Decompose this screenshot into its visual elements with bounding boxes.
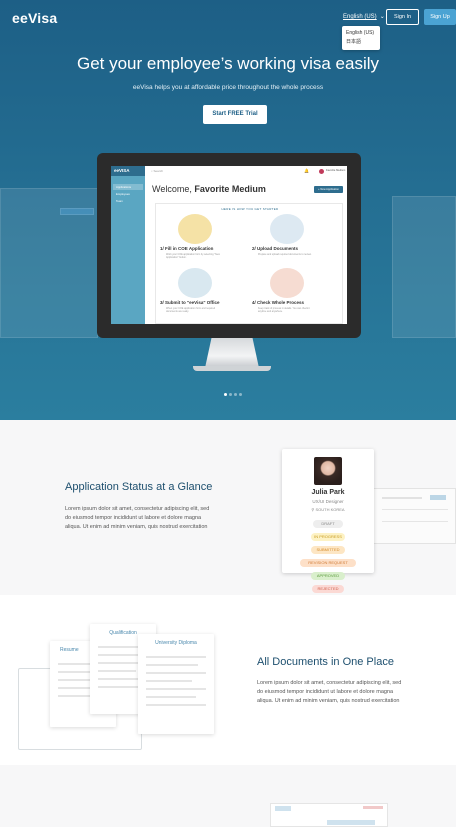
app-preview-search: ⌕ Search (151, 169, 164, 173)
profile-photo (314, 457, 342, 485)
step-text: When your COE application form and requi… (166, 307, 216, 314)
form-illustration-icon (178, 214, 212, 244)
language-menu: English (US) 日本語 (342, 26, 380, 50)
getting-started-card: HERE IS HOW YOU GET STARTED 1/ Fill in C… (155, 203, 343, 324)
language-selector[interactable]: English (US) ⌄ (343, 13, 385, 20)
status-badge: SUBMITTED (311, 546, 345, 554)
monitor-stand (205, 338, 259, 368)
step-4: 4/ Check Whole Process Keep track of pro… (252, 268, 332, 322)
avatar (319, 169, 324, 174)
monitor-mockup: eeVISA Applications Employees Team ⌕ Sea… (97, 153, 361, 338)
status-badge: REVISION REQUEST (300, 559, 356, 567)
submit-illustration-icon (178, 268, 212, 298)
step-title: 4/ Check Whole Process (252, 300, 305, 305)
chevron-down-icon: ⌄ (379, 14, 385, 20)
status-section-body: Lorem ipsum dolor sit amet, consectetur … (65, 506, 210, 530)
location-pin-icon: ⚲ (311, 507, 315, 512)
step-title: 1/ Fill in COE Application (160, 246, 214, 251)
hero-title: Get your employee’s working visa easily (76, 54, 380, 73)
status-badge: REJECTED (312, 585, 344, 593)
profile-card: Julia Park UX/UI Designer ⚲ SOUTH KOREA (282, 449, 374, 573)
sign-in-button[interactable]: Sign In (386, 9, 419, 25)
step-1: 1/ Fill in COE Application Work your COE… (160, 214, 240, 268)
status-bg-mockup (373, 488, 456, 544)
app-preview-user: Favorite Medium (326, 169, 346, 172)
status-badge: DRAFT (313, 520, 343, 528)
logo[interactable]: eeVisa (12, 10, 57, 26)
carousel-dot[interactable] (229, 393, 232, 396)
carousel-dot[interactable] (234, 393, 237, 396)
upload-illustration-icon (270, 214, 304, 244)
next-section-mockup (270, 803, 388, 827)
bell-icon: 🔔 (304, 168, 309, 173)
carousel-dots (224, 383, 244, 401)
status-section-title: Application Status at a Glance (65, 481, 213, 493)
documents-section-title: All Documents in One Place (257, 656, 394, 668)
hero-bg-card-right (392, 196, 456, 338)
app-preview-nav-employees: Employees (116, 192, 130, 196)
language-selector-label: English (US) (343, 14, 377, 20)
step-text: Work your COE application form by select… (166, 253, 220, 260)
app-preview-nav-applications: Applications (113, 184, 143, 190)
documents-section-body: Lorem ipsum dolor sit amet, consectetur … (257, 680, 402, 704)
hero-subtitle: eeVisa helps you at affordable price thr… (132, 84, 324, 91)
process-illustration-icon (270, 268, 304, 298)
document-title: University Diploma (155, 640, 197, 646)
app-preview-logo: eeVISA (111, 166, 145, 176)
step-title: 2/ Upload Documents (252, 246, 299, 251)
document-university-diploma: University Diploma (138, 634, 214, 734)
hero-section: eeVisa English (US) ⌄ English (US) 日本語 Si… (0, 0, 456, 420)
app-preview-nav-team: Team (116, 199, 123, 203)
step-text: Keep track of process in details. You ca… (258, 307, 310, 314)
getting-started-heading: HERE IS HOW YOU GET STARTED (221, 207, 279, 211)
carousel-dot[interactable] (239, 393, 242, 396)
carousel-dot[interactable] (224, 393, 227, 396)
app-preview-screen: eeVISA Applications Employees Team ⌕ Sea… (111, 166, 347, 324)
status-badge: IN PROGRESS (311, 533, 345, 541)
step-3: 3/ Submit to "eeVisa" Office When your C… (160, 268, 240, 322)
app-preview-welcome: Welcome, Favorite Medium (152, 184, 266, 194)
hero-bg-card-left-inner (60, 208, 94, 215)
profile-role: UX/UI Designer (312, 499, 344, 504)
monitor-base (193, 366, 271, 371)
step-2: 2/ Upload Documents Prepare and upload r… (252, 214, 332, 268)
start-free-trial-button[interactable]: Start FREE Trial (203, 105, 267, 124)
language-option-en[interactable]: English (US) (346, 29, 376, 38)
step-title: 3/ Submit to "eeVisa" Office (160, 300, 220, 305)
profile-name: Julia Park (311, 489, 345, 496)
step-text: Prepare and upload required documents to… (258, 253, 312, 256)
language-option-ja[interactable]: 日本語 (346, 38, 376, 47)
app-preview-new-application: + New Application (314, 186, 343, 193)
sign-up-button[interactable]: Sign Up (424, 9, 456, 25)
status-badge: APPROVED (311, 572, 345, 580)
profile-location: ⚲ SOUTH KOREA (311, 507, 345, 512)
